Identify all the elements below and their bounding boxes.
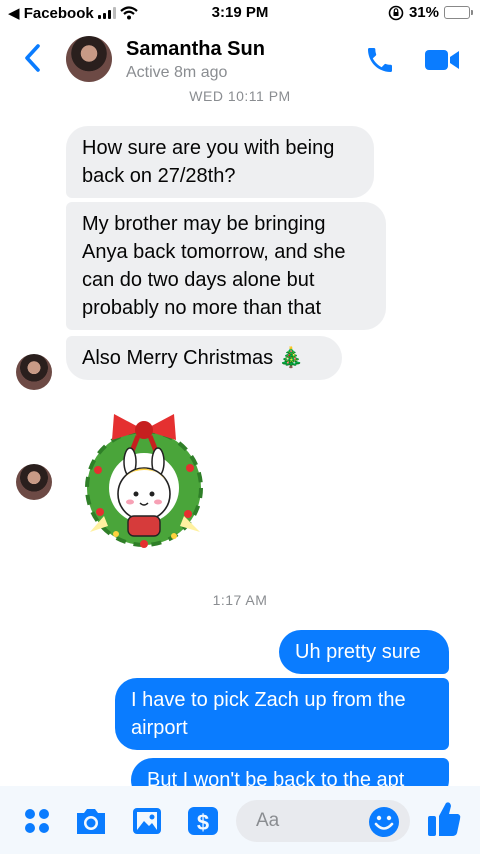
christmas-wreath-sticker[interactable] (70, 408, 218, 558)
orientation-lock-icon (388, 5, 404, 20)
composer-bar: $ (0, 786, 480, 854)
sender-avatar[interactable] (16, 354, 52, 390)
camera-icon[interactable] (74, 804, 108, 838)
video-camera-icon[interactable] (424, 46, 460, 74)
timestamp-top: WED 10:11 PM (189, 90, 291, 104)
contact-avatar[interactable] (66, 36, 112, 82)
incoming-message[interactable]: How sure are you with being back on 27/2… (66, 126, 374, 198)
status-bar: ◀ Facebook 3:19 PM 31% (0, 0, 480, 26)
message-list[interactable]: WED 10:11 PM How sure are you with being… (0, 90, 480, 786)
sender-avatar[interactable] (16, 464, 52, 500)
incoming-message[interactable]: My brother may be bringing Anya back tom… (66, 202, 386, 330)
status-right: 31% (388, 4, 473, 21)
gallery-icon[interactable] (130, 804, 164, 838)
outgoing-message[interactable]: But I won't be back to the apt (131, 758, 449, 786)
contact-status: Active 8m ago (126, 64, 228, 81)
incoming-message[interactable]: Also Merry Christmas 🎄 (66, 336, 342, 380)
contact-name[interactable]: Samantha Sun (126, 38, 265, 61)
chevron-left-icon[interactable] (18, 40, 48, 76)
outgoing-message[interactable]: Uh pretty sure (279, 630, 449, 674)
emoji-icon[interactable] (368, 806, 400, 838)
conversation-header: Samantha Sun Active 8m ago (0, 26, 480, 90)
battery-icon (444, 6, 473, 19)
phone-icon[interactable] (364, 44, 396, 76)
payment-icon[interactable]: $ (186, 804, 220, 838)
menu-dots-icon[interactable] (20, 804, 54, 838)
thumbs-up-icon[interactable] (426, 800, 462, 838)
outgoing-message[interactable]: I have to pick Zach up from the airport (115, 678, 449, 750)
svg-text:$: $ (197, 810, 209, 835)
timestamp-mid: 1:17 AM (212, 592, 268, 608)
battery-percent: 31% (408, 4, 439, 21)
